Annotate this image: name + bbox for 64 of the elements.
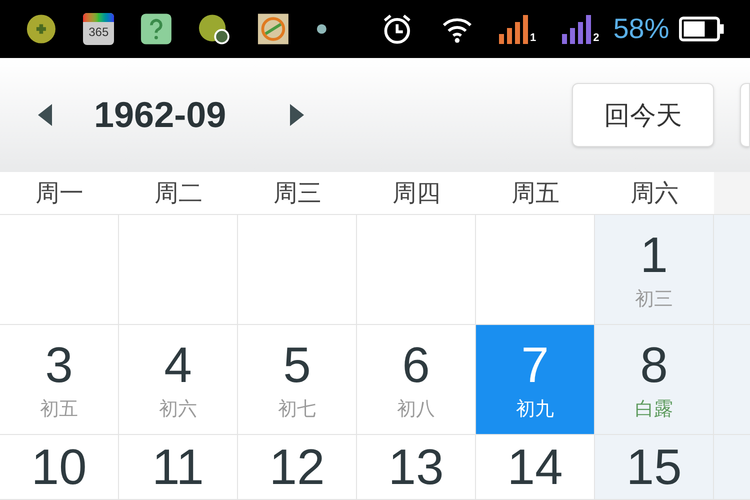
month-title: 1962-09 — [94, 93, 228, 137]
day-cell[interactable] — [0, 215, 119, 325]
day-number: 11 — [152, 439, 204, 495]
weekday-label: 周五 — [510, 179, 560, 209]
day-number: 14 — [507, 439, 563, 495]
day-cell[interactable]: 5 初七 — [238, 325, 357, 435]
app-icon[interactable] — [198, 12, 231, 46]
day-cell[interactable]: 12 — [238, 435, 357, 500]
partial-day-cell[interactable] — [714, 215, 750, 325]
day-cell[interactable]: 1 初三 — [595, 215, 714, 325]
battery-icon — [679, 16, 725, 42]
calendar-icon-label: 365 — [88, 24, 109, 41]
day-number: 6 — [402, 337, 430, 393]
toolbar-button[interactable] — [740, 83, 750, 147]
solar-term-label: 白露 — [635, 398, 673, 422]
day-number: 8 — [640, 337, 668, 393]
signal-icon — [562, 14, 592, 44]
day-number: 5 — [283, 337, 311, 393]
day-cell[interactable]: 8 白露 — [595, 325, 714, 435]
day-number: 1 — [640, 227, 668, 283]
right-triangle-icon — [290, 104, 304, 126]
sim-number: 1 — [530, 33, 536, 44]
day-cell[interactable]: 4 初六 — [119, 325, 238, 435]
day-cell[interactable] — [238, 215, 357, 325]
day-number: 10 — [31, 439, 87, 495]
lunar-date: 初六 — [159, 398, 197, 422]
weekday-label: 周三 — [272, 179, 322, 209]
weekday-label: 周一 — [34, 179, 84, 209]
next-month-button[interactable] — [290, 103, 306, 127]
day-number: 3 — [45, 337, 73, 393]
day-cell[interactable]: 3 初五 — [0, 325, 119, 435]
weekday-label: 周六 — [630, 179, 680, 209]
weekday-label: 周四 — [392, 179, 442, 209]
day-cell[interactable] — [357, 215, 476, 325]
day-cell[interactable]: 6 初八 — [357, 325, 476, 435]
battery-percentage: 58% — [613, 12, 670, 46]
day-cell[interactable]: 11 — [119, 435, 238, 500]
calendar-app-icon[interactable]: 365 — [83, 13, 114, 45]
day-number: 12 — [269, 439, 325, 495]
app-icon[interactable] — [256, 12, 289, 46]
day-number: 4 — [164, 337, 192, 393]
lunar-date: 初八 — [397, 398, 435, 422]
day-number: 15 — [626, 439, 682, 495]
lunar-date: 初九 — [516, 398, 554, 422]
day-cell[interactable] — [119, 215, 238, 325]
day-cell[interactable]: 13 — [357, 435, 476, 500]
signal-icon — [498, 14, 529, 44]
today-button[interactable]: 回今天 — [572, 83, 714, 147]
left-triangle-icon — [38, 104, 52, 126]
day-cell[interactable] — [476, 215, 595, 325]
app-icon[interactable] — [25, 12, 58, 46]
lunar-date: 初七 — [278, 398, 316, 422]
previous-month-button[interactable] — [38, 103, 54, 127]
weekday-label: 周二 — [154, 179, 204, 209]
sim-number: 2 — [593, 33, 600, 44]
day-cell[interactable]: 15 — [595, 435, 714, 500]
notification-icon — [314, 22, 328, 36]
day-cell[interactable]: 14 — [476, 435, 595, 500]
day-number: 7 — [521, 337, 549, 393]
help-app-icon[interactable] — [140, 12, 172, 46]
day-number: 13 — [388, 439, 444, 495]
lunar-date: 初三 — [635, 288, 673, 312]
day-cell[interactable]: 10 — [0, 435, 119, 500]
lunar-date: 初五 — [40, 398, 78, 422]
